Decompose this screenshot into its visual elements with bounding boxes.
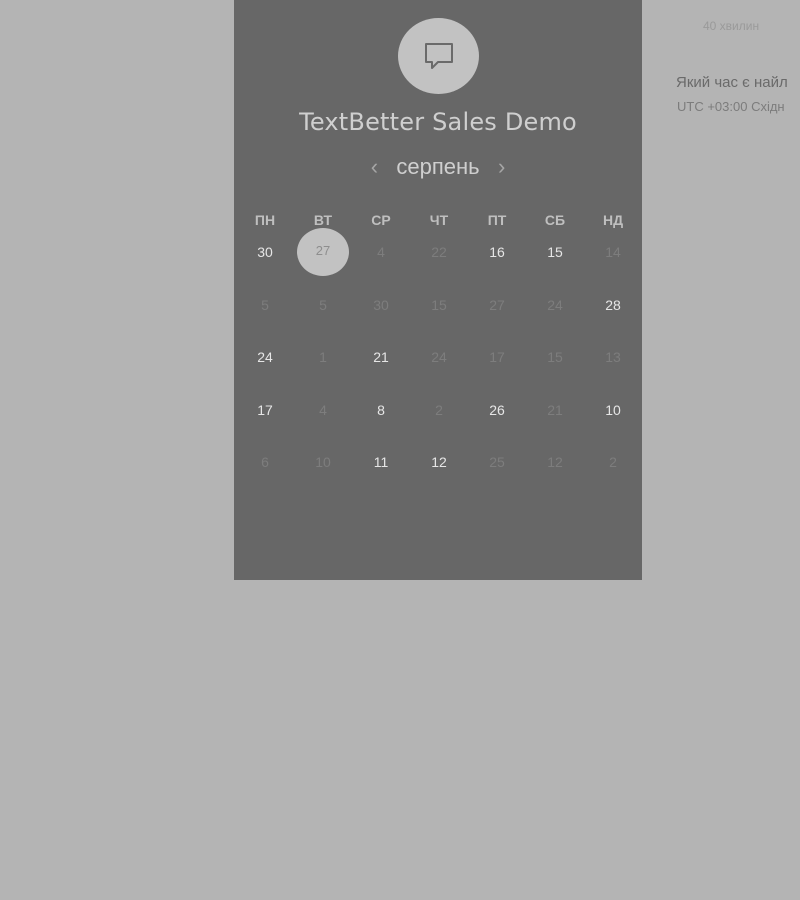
month-label: серпень	[396, 154, 480, 179]
disabled-day: 12	[547, 454, 563, 470]
event-avatar	[398, 18, 479, 94]
weekday-label: ПТ	[487, 212, 507, 228]
disabled-day: 4	[377, 244, 385, 260]
month-navigation: ‹ серпень ›	[234, 152, 642, 182]
disabled-day: 25	[489, 454, 505, 470]
available-day[interactable]: 21	[356, 340, 406, 374]
available-day[interactable]: 26	[472, 393, 522, 427]
disabled-day: 15	[547, 349, 563, 365]
disabled-day: 6	[261, 454, 269, 470]
available-day[interactable]: 17	[240, 393, 290, 427]
weekday-label: СБ	[544, 212, 566, 228]
time-question: Який час є найл	[676, 74, 788, 91]
disabled-day: 10	[315, 454, 331, 470]
disabled-day: 5	[319, 297, 327, 313]
disabled-day: 2	[435, 402, 443, 418]
available-day[interactable]: 16	[472, 235, 522, 269]
disabled-day: 1	[319, 349, 327, 365]
selected-day[interactable]: 27	[297, 228, 349, 276]
weekday-label: ЧТ	[429, 212, 449, 228]
chevron-left-icon[interactable]: ‹	[366, 156, 382, 178]
disabled-day: 13	[605, 349, 621, 365]
available-day[interactable]: 11	[356, 445, 406, 479]
weekday-label: ВТ	[313, 212, 333, 228]
event-title: TextBetter Sales Demo	[299, 108, 577, 136]
disabled-day: 4	[319, 402, 327, 418]
disabled-day: 2	[609, 454, 617, 470]
event-duration: 40 хвилин	[703, 19, 760, 33]
disabled-day: 24	[547, 297, 563, 313]
timezone-selector[interactable]: UTC +03:00 Східн	[677, 99, 785, 114]
disabled-day: 22	[431, 244, 447, 260]
weekday-label: НД	[602, 212, 624, 228]
available-day[interactable]: 10	[588, 393, 638, 427]
disabled-day: 24	[431, 349, 447, 365]
weekday-label: ПН	[254, 212, 276, 228]
available-day[interactable]: 8	[356, 393, 406, 427]
disabled-day: 21	[547, 402, 563, 418]
weekday-label: СР	[371, 212, 391, 228]
disabled-day: 30	[373, 297, 389, 313]
available-day[interactable]: 15	[530, 235, 580, 269]
available-day[interactable]: 12	[414, 445, 464, 479]
disabled-day: 5	[261, 297, 269, 313]
disabled-day: 15	[431, 297, 447, 313]
chat-bubble-icon	[424, 43, 453, 69]
available-day[interactable]: 30	[240, 235, 290, 269]
disabled-day: 27	[489, 297, 505, 313]
disabled-day: 17	[489, 349, 505, 365]
available-day[interactable]: 24	[240, 340, 290, 374]
chevron-right-icon[interactable]: ›	[494, 156, 510, 178]
available-day[interactable]: 28	[588, 288, 638, 322]
disabled-day: 14	[605, 244, 621, 260]
